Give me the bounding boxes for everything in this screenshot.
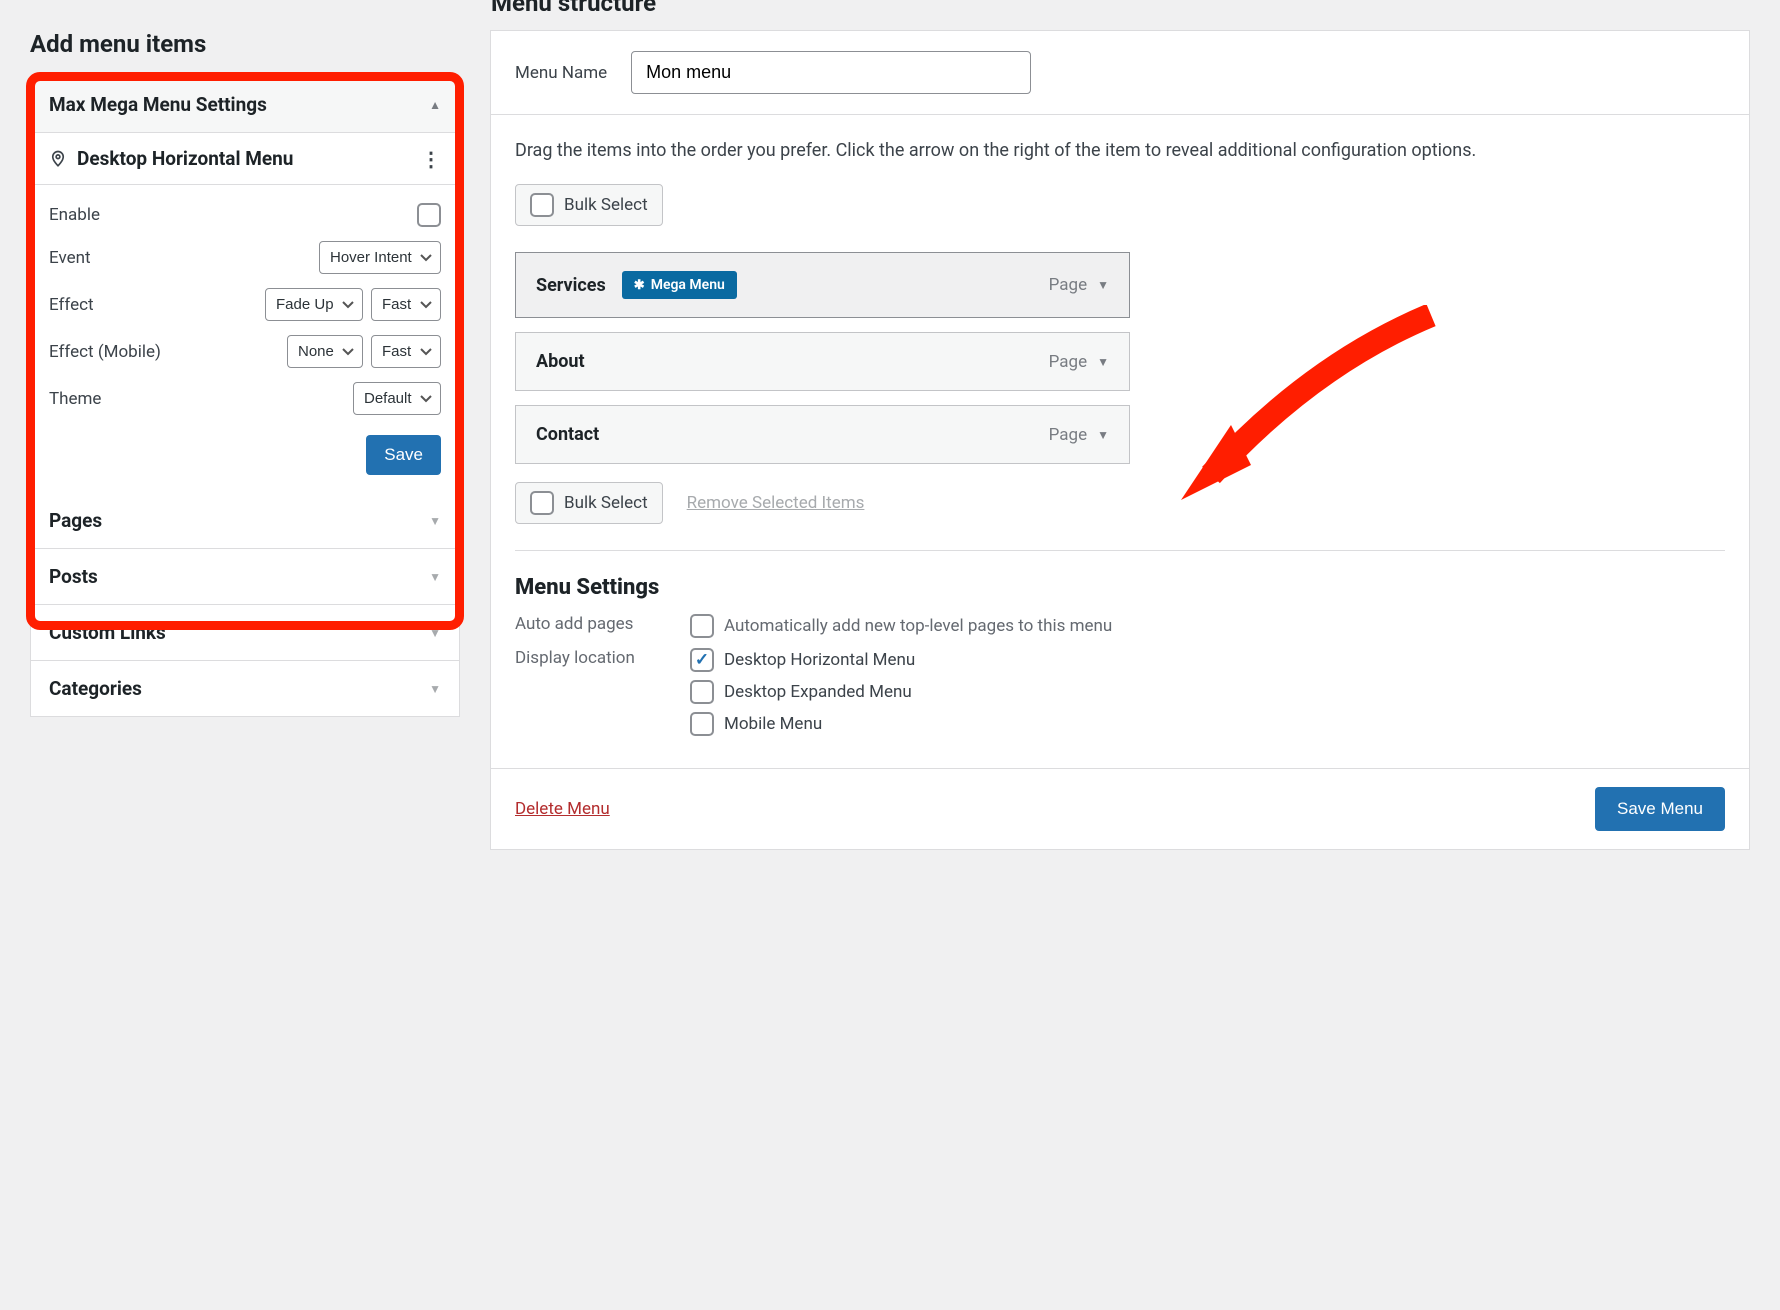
instructions-text: Drag the items into the order you prefer… bbox=[515, 137, 1725, 164]
mega-menu-settings-toggle[interactable]: Max Mega Menu Settings ▲ bbox=[31, 77, 459, 133]
chevron-down-icon: ▼ bbox=[429, 682, 441, 696]
effect-speed-select[interactable]: Fast bbox=[371, 288, 441, 321]
menu-item-title: About bbox=[536, 351, 585, 372]
accordion-label: Categories bbox=[49, 677, 142, 700]
menu-name-input[interactable] bbox=[631, 51, 1031, 94]
event-select[interactable]: Hover Intent bbox=[319, 241, 441, 274]
kebab-menu-icon[interactable]: ⋮ bbox=[421, 154, 441, 164]
menu-item-title: Contact bbox=[536, 424, 599, 445]
bulk-select-label: Bulk Select bbox=[564, 493, 648, 513]
add-menu-items-heading: Add menu items bbox=[30, 30, 460, 58]
chevron-down-icon: ▼ bbox=[429, 514, 441, 528]
menu-structure-heading: Menu structure bbox=[491, 0, 656, 17]
location-checkbox-desktop-expanded[interactable] bbox=[690, 680, 714, 704]
mega-menu-badge-label: Mega Menu bbox=[651, 277, 725, 293]
save-menu-button[interactable]: Save Menu bbox=[1595, 787, 1725, 831]
menu-item-about[interactable]: About Page ▼ bbox=[515, 332, 1130, 391]
theme-select[interactable]: Default bbox=[353, 382, 441, 415]
location-label: Desktop Horizontal Menu bbox=[77, 147, 293, 170]
menu-item-title: Services bbox=[536, 275, 606, 296]
accordion-pages[interactable]: Pages ▼ bbox=[31, 493, 459, 549]
chevron-down-icon: ▼ bbox=[429, 626, 441, 640]
auto-add-text: Automatically add new top-level pages to… bbox=[724, 616, 1112, 636]
display-location-label: Display location bbox=[515, 648, 670, 668]
chevron-down-icon: ▼ bbox=[1097, 428, 1109, 442]
chevron-down-icon: ▼ bbox=[1097, 355, 1109, 369]
bulk-select-label: Bulk Select bbox=[564, 195, 648, 215]
accordion-custom-links[interactable]: Custom Links ▼ bbox=[31, 605, 459, 661]
accordion-label: Custom Links bbox=[49, 621, 166, 644]
menu-name-label: Menu Name bbox=[515, 63, 607, 83]
accordion-label: Posts bbox=[49, 565, 98, 588]
remove-selected-link[interactable]: Remove Selected Items bbox=[687, 493, 865, 513]
bulk-select-bottom-button[interactable]: Bulk Select bbox=[515, 482, 663, 524]
menu-settings-heading: Menu Settings bbox=[515, 575, 1725, 600]
effect-type-select[interactable]: Fade Up bbox=[265, 288, 363, 321]
effect-mobile-speed-select[interactable]: Fast bbox=[371, 335, 441, 368]
chevron-up-icon: ▲ bbox=[429, 98, 441, 112]
theme-label: Theme bbox=[49, 389, 101, 409]
mega-menu-panel-title: Max Mega Menu Settings bbox=[49, 93, 267, 116]
effect-label: Effect bbox=[49, 295, 94, 315]
event-label: Event bbox=[49, 248, 91, 268]
menu-item-type: Page bbox=[1049, 425, 1087, 445]
mega-menu-badge[interactable]: ✱ Mega Menu bbox=[622, 271, 737, 299]
section-divider bbox=[515, 550, 1725, 551]
location-header: Desktop Horizontal Menu ⋮ bbox=[31, 133, 459, 185]
delete-menu-link[interactable]: Delete Menu bbox=[515, 799, 610, 819]
location-checkbox-desktop-horizontal[interactable] bbox=[690, 648, 714, 672]
location-option-label: Mobile Menu bbox=[724, 714, 822, 734]
accordion-label: Pages bbox=[49, 509, 102, 532]
enable-checkbox[interactable] bbox=[417, 203, 441, 227]
menu-item-contact[interactable]: Contact Page ▼ bbox=[515, 405, 1130, 464]
chevron-down-icon: ▼ bbox=[1097, 278, 1109, 292]
auto-add-checkbox[interactable] bbox=[690, 614, 714, 638]
gear-icon: ✱ bbox=[634, 278, 645, 293]
chevron-down-icon: ▼ bbox=[429, 570, 441, 584]
save-button[interactable]: Save bbox=[366, 435, 441, 475]
accordion-categories[interactable]: Categories ▼ bbox=[31, 661, 459, 716]
location-checkbox-mobile[interactable] bbox=[690, 712, 714, 736]
bulk-select-checkbox-icon bbox=[530, 193, 554, 217]
location-option-label: Desktop Expanded Menu bbox=[724, 682, 912, 702]
effect-mobile-label: Effect (Mobile) bbox=[49, 342, 161, 362]
menu-item-services[interactable]: Services ✱ Mega Menu Page ▼ bbox=[515, 252, 1130, 318]
menu-item-type: Page bbox=[1049, 352, 1087, 372]
bulk-select-button[interactable]: Bulk Select bbox=[515, 184, 663, 226]
menu-item-type: Page bbox=[1049, 275, 1087, 295]
location-option-label: Desktop Horizontal Menu bbox=[724, 650, 915, 670]
accordion-posts[interactable]: Posts ▼ bbox=[31, 549, 459, 605]
bulk-select-checkbox-icon bbox=[530, 491, 554, 515]
pin-icon bbox=[49, 150, 67, 168]
effect-mobile-type-select[interactable]: None bbox=[287, 335, 363, 368]
enable-label: Enable bbox=[49, 205, 100, 225]
auto-add-pages-label: Auto add pages bbox=[515, 614, 670, 634]
